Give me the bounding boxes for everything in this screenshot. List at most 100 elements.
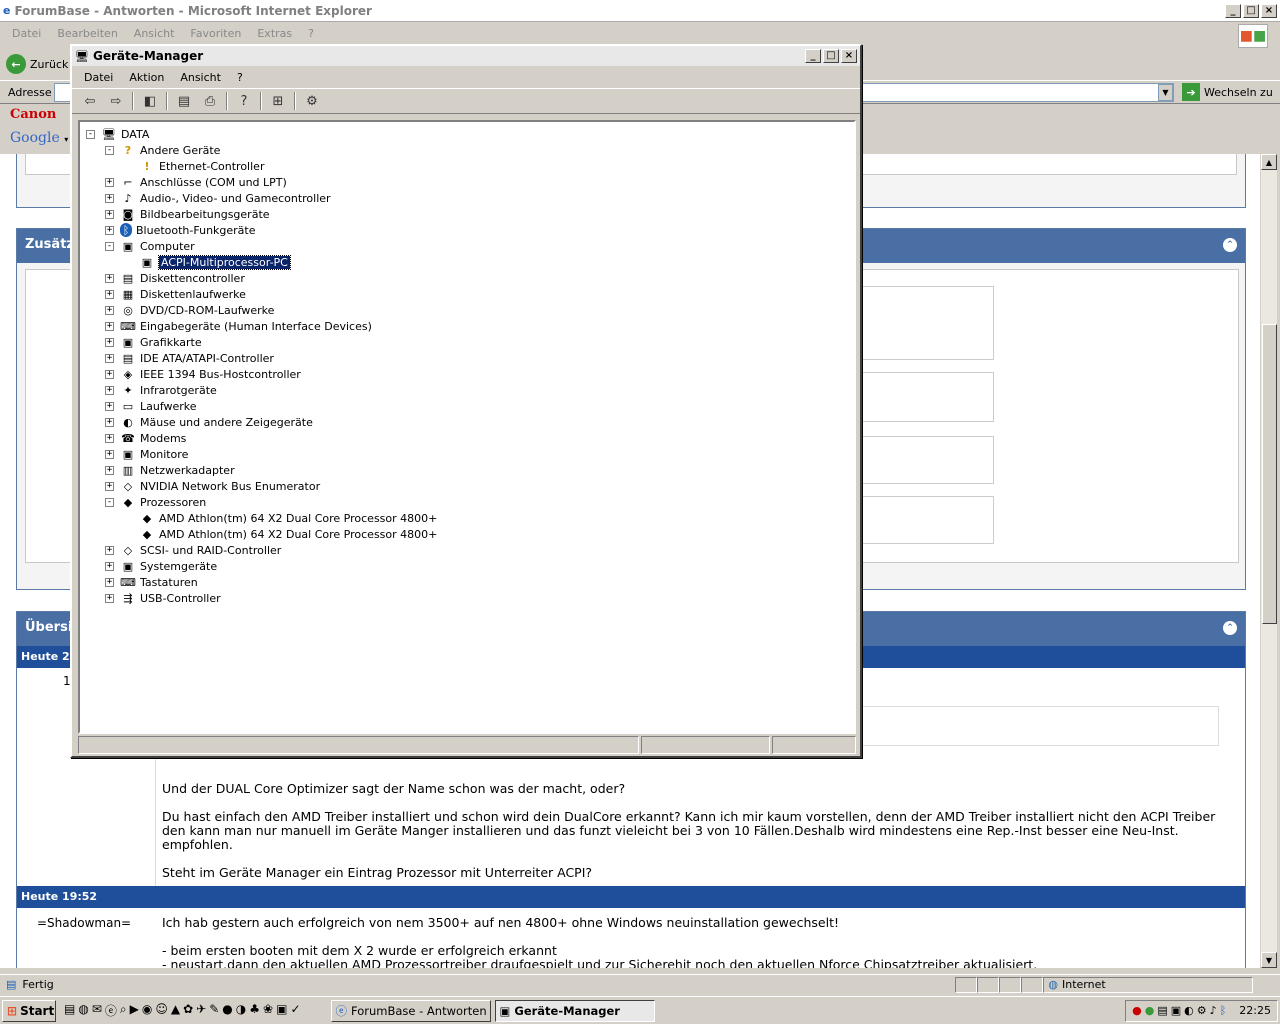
expand-icon[interactable]: + [105,401,114,411]
app-icon[interactable]: ✿ [183,1002,193,1019]
ie-menu-item[interactable]: Datei [4,27,49,40]
volume-icon[interactable]: ♪ [1210,1004,1217,1017]
expand-icon[interactable]: + [105,225,114,235]
tree-node[interactable]: + ⌨ Eingabegeräte (Human Interface Devices… [105,318,372,334]
tree-node[interactable]: + ◇ SCSI- und RAID-Controller [105,542,281,558]
ie-menu-item[interactable]: ? [300,27,322,40]
update-driver-icon[interactable]: ⚙ [302,91,322,111]
vertical-scrollbar[interactable]: ▲ ▼ [1260,154,1277,968]
close-button[interactable]: × [1261,3,1277,18]
expand-icon[interactable]: + [105,545,114,555]
forward-arrow-icon[interactable]: ⇨ [106,91,126,111]
media-icon[interactable]: ▶ [130,1002,139,1019]
ie-menu-item[interactable]: Extras [249,27,300,40]
tree-node[interactable]: + ᛒ Bluetooth-Funkgeräte [105,222,256,238]
expand-icon[interactable]: + [105,465,114,475]
collapse-icon[interactable]: - [86,129,95,139]
bluetooth-icon[interactable]: ᛒ [1220,1004,1227,1017]
properties-icon[interactable]: ▤ [174,91,194,111]
tree-node[interactable]: + ▥ Netzwerkadapter [105,462,235,478]
ie-menu-item[interactable]: Ansicht [126,27,183,40]
browser-icon[interactable]: ◍ [78,1002,88,1019]
tray-icon[interactable]: ▣ [1171,1004,1181,1017]
expand-icon[interactable]: + [105,337,114,347]
taskbar-button-ie[interactable]: ⓔ ForumBase - Antworten ... [330,999,491,1022]
close-button[interactable]: × [841,49,857,63]
dm-menu-item[interactable]: Datei [76,71,121,84]
tree-node[interactable]: + ◈ IEEE 1394 Bus-Hostcontroller [105,366,301,382]
folder-icon[interactable]: ▤ [64,1002,75,1019]
tree-node[interactable]: + ⌨ Tastaturen [105,574,198,590]
expand-icon[interactable]: + [105,289,114,299]
app-icon[interactable]: ✈ [196,1002,206,1019]
expand-icon[interactable]: + [105,353,114,363]
dm-menu-item[interactable]: Ansicht [172,71,229,84]
tree-node[interactable]: + ⇶ USB-Controller [105,590,221,606]
search-icon[interactable]: ⌕ [120,1002,127,1019]
expand-icon[interactable]: + [105,273,114,283]
device-tree[interactable]: - 🖥 DATA -? Andere Geräte! Ethernet-Controlle… [78,120,856,734]
app-icon[interactable]: ✓ [290,1002,300,1019]
dm-menu-item[interactable]: Aktion [121,71,172,84]
app-icon[interactable]: ♣ [249,1002,260,1019]
tree-node[interactable]: ◆ AMD Athlon(tm) 64 X2 Dual Core Processo… [124,510,438,526]
scroll-up-icon[interactable]: ▲ [1261,154,1277,170]
tree-node[interactable]: + ✦ Infrarotgeräte [105,382,217,398]
tree-node[interactable]: ▣ ACPI-Multiprocessor-PC [124,254,291,270]
scan-hardware-icon[interactable]: ⊞ [268,91,288,111]
tree-node[interactable]: + ▦ Diskettenlaufwerke [105,286,246,302]
post-author[interactable]: =Shadowman= [37,916,131,930]
back-button[interactable]: ← Zurück [6,52,68,76]
collapse-icon[interactable]: ⌃ [1223,621,1237,635]
expand-icon[interactable]: + [105,433,114,443]
tree-node[interactable]: + ◎ DVD/CD-ROM-Laufwerke [105,302,274,318]
back-arrow-icon[interactable]: ⇦ [80,91,100,111]
tree-node[interactable]: ◆ AMD Athlon(tm) 64 X2 Dual Core Processo… [124,526,438,542]
ie-icon[interactable]: ⓔ [105,1002,117,1019]
expand-icon[interactable]: + [105,417,114,427]
address-dropdown-button[interactable]: ▼ [1158,84,1173,101]
app-icon[interactable]: ◑ [236,1002,246,1019]
tree-node[interactable]: + ⌐ Anschlüsse (COM und LPT) [105,174,287,190]
collapse-icon[interactable]: - [105,145,114,155]
tree-node[interactable]: + ▣ Grafikkarte [105,334,202,350]
tree-node[interactable]: ! Ethernet-Controller [124,158,264,174]
expand-icon[interactable]: + [105,385,114,395]
app-icon[interactable]: ❀ [263,1002,273,1019]
messenger-icon[interactable]: ☺ [155,1002,168,1019]
expand-icon[interactable]: + [105,449,114,459]
expand-icon[interactable]: + [105,577,114,587]
tree-node[interactable]: + ◐ Mäuse und andere Zeigegeräte [105,414,313,430]
ie-menu-item[interactable]: Favoriten [182,27,249,40]
canon-toolbar-logo[interactable]: Canon [10,107,56,122]
collapse-icon[interactable]: - [105,497,114,507]
expand-icon[interactable]: + [105,177,114,187]
tree-node[interactable]: + ▣ Monitore [105,446,188,462]
tree-node[interactable]: + ▣ Systemgeräte [105,558,217,574]
player-icon[interactable]: ◉ [142,1002,152,1019]
expand-icon[interactable]: + [105,593,114,603]
tree-node[interactable]: + ◙ Bildbearbeitungsgeräte [105,206,270,222]
expand-icon[interactable]: + [105,369,114,379]
tray-icon[interactable]: ▤ [1157,1004,1167,1017]
console-tree-icon[interactable]: ◧ [140,91,160,111]
tree-node[interactable]: + ♪ Audio-, Video- und Gamecontroller [105,190,331,206]
tree-node[interactable]: + ◇ NVIDIA Network Bus Enumerator [105,478,320,494]
outlook-icon[interactable]: ✉ [92,1002,102,1019]
tree-node[interactable]: + ▭ Laufwerke [105,398,197,414]
app-icon[interactable]: ▣ [276,1002,287,1019]
tree-node[interactable]: + ▤ Diskettencontroller [105,270,245,286]
tray-icon[interactable]: ◐ [1184,1004,1194,1017]
go-button[interactable]: ➔ Wechseln zu [1182,83,1273,101]
vlc-icon[interactable]: ▲ [171,1002,180,1019]
ie-menu-item[interactable]: Bearbeiten [49,27,125,40]
collapse-icon[interactable]: - [105,241,114,251]
taskbar-button-device-manager[interactable]: ▣ Geräte-Manager [494,999,655,1022]
tray-icon[interactable]: ⚙ [1197,1004,1207,1017]
expand-icon[interactable]: + [105,481,114,491]
expand-icon[interactable]: + [105,193,114,203]
expand-icon[interactable]: + [105,561,114,571]
tree-node[interactable]: - 🖥 DATA [86,126,149,142]
minimize-button[interactable]: _ [1225,3,1241,18]
collapse-icon[interactable]: ⌃ [1223,238,1237,252]
